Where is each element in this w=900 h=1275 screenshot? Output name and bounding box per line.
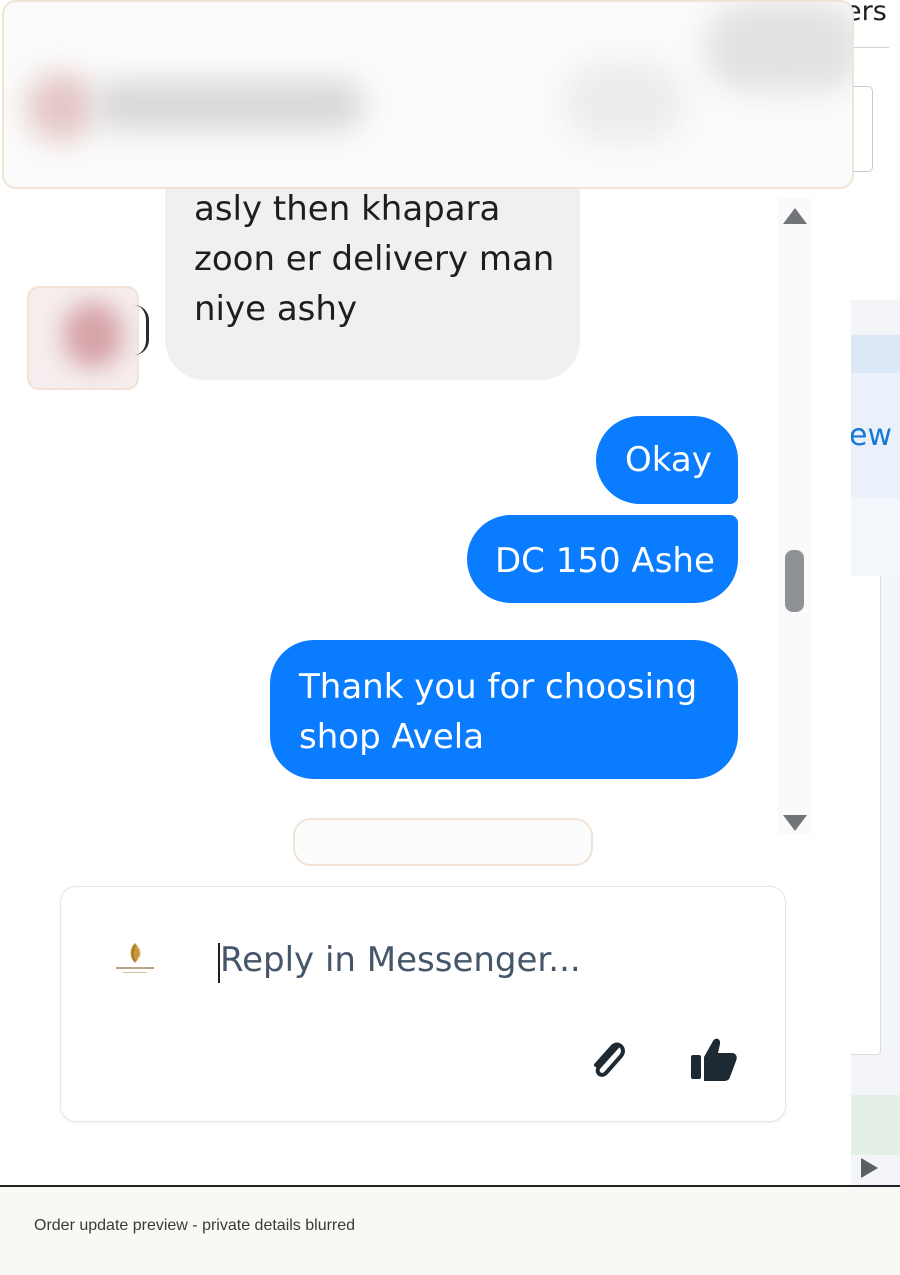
message-line: Thank you for choosing [299,667,698,707]
thumbs-up-icon[interactable] [689,1035,739,1083]
reply-input[interactable] [216,935,680,985]
right-side-panel: ers ew [851,0,900,1185]
right-panel-row-green [851,1095,900,1155]
outgoing-message-bubble[interactable]: DC 150 Ashe [467,515,738,603]
scrollbar-thumb[interactable] [785,550,804,612]
scroll-down-arrow-icon[interactable] [783,815,807,831]
right-panel-card [851,576,881,1055]
message-line: niye ashy [194,289,358,329]
message-composer [60,886,786,1122]
right-panel-band [851,335,900,373]
scroll-up-arrow-icon[interactable] [783,208,807,224]
play-arrow-icon[interactable] [861,1158,878,1178]
outgoing-message-bubble[interactable]: Okay [596,416,738,504]
right-panel-divider [851,47,889,48]
message-line: shop Avela [299,717,485,757]
chat-scrollbar-track[interactable] [778,198,812,834]
right-panel-header-fragment: ers [851,0,887,27]
right-panel-field-edge[interactable] [851,86,873,172]
preview-footer: Order update preview - private details b… [0,1185,900,1275]
blurred-chat-header [2,0,854,189]
sender-avatar[interactable] [27,286,139,390]
message-line: DC 150 Ashe [495,541,715,581]
right-panel-row [851,498,900,576]
footer-caption: Order update preview - private details b… [34,1217,356,1234]
message-line: Okay [625,440,712,480]
avatar-status-ring [134,305,149,355]
message-line: asly then khapara [194,189,501,229]
outgoing-message-bubble[interactable]: Thank you for choosing shop Avela [270,640,738,779]
message-line: zoon er delivery man [194,239,555,279]
blurred-status-pill [293,818,593,866]
shop-logo-icon [116,943,154,973]
right-panel-link-fragment[interactable]: ew [851,418,892,453]
paperclip-icon[interactable] [585,1035,631,1083]
